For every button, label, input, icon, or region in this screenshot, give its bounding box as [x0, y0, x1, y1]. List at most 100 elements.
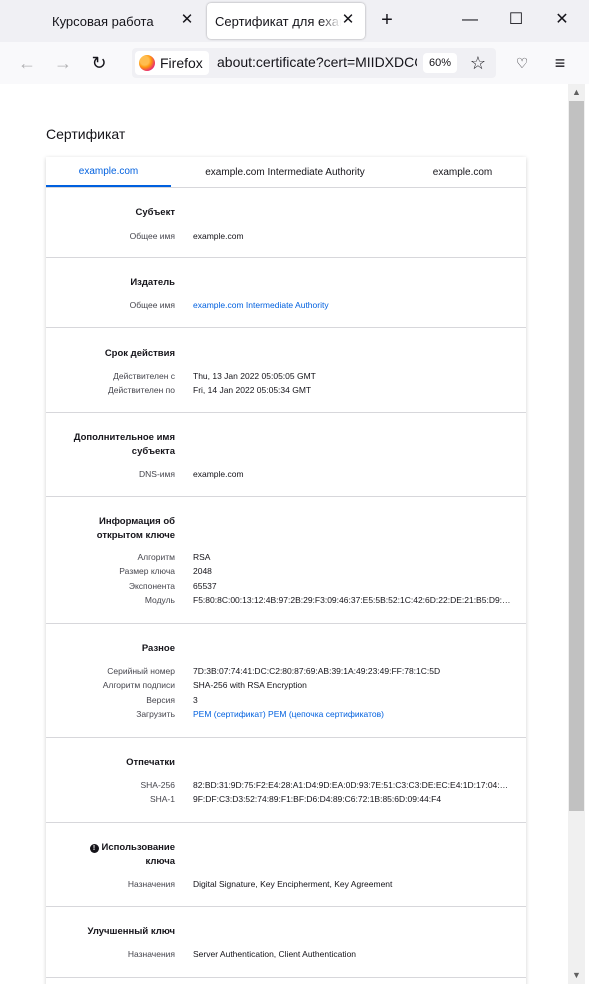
- identity-label: Firefox: [160, 55, 203, 71]
- section-next: [46, 978, 526, 984]
- field-label: Размер ключа: [119, 566, 175, 576]
- zoom-indicator[interactable]: 60%: [423, 53, 457, 73]
- section-key-usage: ! Использование ключа Назначения Digital …: [46, 823, 526, 907]
- cert-tab-root[interactable]: example.com: [399, 157, 526, 187]
- url-text[interactable]: about:certificate?cert=MIIDXDCCAkSgAwIBA…: [217, 54, 417, 70]
- window-edge: [585, 84, 589, 984]
- field-value: example.com: [193, 231, 244, 241]
- scrollbar-thumb[interactable]: [569, 101, 584, 811]
- firefox-logo-icon: [139, 55, 155, 71]
- field-row: SHA-1 9F:DF:C3:D3:52:74:89:F1:BF:D6:D4:8…: [46, 792, 526, 806]
- field-value: 2048: [193, 566, 212, 576]
- field-label: DNS-имя: [139, 469, 175, 479]
- cert-tab-intermediate[interactable]: example.com Intermediate Authority: [171, 157, 399, 187]
- field-value: 7D:3B:07:74:41:DC:C2:80:87:69:AB:39:1A:4…: [193, 666, 441, 676]
- close-tab-icon[interactable]: ✕: [339, 11, 357, 29]
- field-label: Версия: [146, 695, 175, 705]
- field-label: Экспонента: [128, 581, 175, 591]
- field-label: Загрузить: [136, 709, 175, 719]
- field-value: 3: [193, 695, 198, 705]
- bookmark-star-icon[interactable]: ☆: [466, 51, 490, 75]
- identity-box[interactable]: Firefox: [135, 51, 209, 75]
- tab-title: Сертификат для example.com: [215, 13, 341, 29]
- section-title: Издатель: [130, 277, 175, 288]
- field-label: Алгоритм: [137, 552, 175, 562]
- field-value: 82:BD:31:9D:75:F2:E4:28:A1:D4:9D:EA:0D:9…: [193, 780, 511, 790]
- maximize-button[interactable]: ☐: [503, 8, 529, 32]
- tab-strip: Курсовая работа ✕ Сертификат для example…: [0, 0, 589, 42]
- browser-window: Курсовая работа ✕ Сертификат для example…: [0, 0, 589, 984]
- vertical-scrollbar[interactable]: ▲ ▼: [568, 84, 585, 984]
- field-value: Digital Signature, Key Encipherment, Key…: [193, 879, 393, 889]
- tab-title: Курсовая работа: [52, 13, 154, 29]
- critical-info-icon: !: [89, 844, 99, 853]
- issuer-link[interactable]: example.com Intermediate Authority: [193, 298, 511, 312]
- field-row: Версия 3: [46, 693, 526, 707]
- section-title: Разное: [141, 643, 175, 654]
- field-value: Thu, 13 Jan 2022 05:05:05 GMT: [193, 371, 316, 381]
- url-bar[interactable]: Firefox about:certificate?cert=MIIDXDCCA…: [132, 48, 496, 78]
- page-title: Сертификат: [46, 126, 126, 142]
- field-value: 65537: [193, 581, 217, 591]
- section-title: Улучшенный ключ: [87, 926, 175, 937]
- page-content: Сертификат example.com example.com Inter…: [0, 84, 568, 984]
- close-tab-icon[interactable]: ✕: [178, 11, 196, 29]
- field-value: SHA-256 with RSA Encryption: [193, 680, 307, 690]
- scroll-up-icon[interactable]: ▲: [568, 84, 585, 101]
- field-label: Модуль: [144, 595, 175, 605]
- app-menu-icon[interactable]: ≡: [548, 52, 572, 74]
- section-subject-alt-name: Дополнительное имя субъекта DNS-имя exam…: [46, 413, 526, 497]
- field-value: RSA: [193, 552, 211, 562]
- minimize-button[interactable]: —: [457, 8, 483, 32]
- field-row: Модуль F5:80:8C:00:13:12:4B:97:2B:29:F3:…: [46, 593, 526, 607]
- section-issuer: Издатель Общее имя example.com Intermedi…: [46, 258, 526, 328]
- field-row: Экспонента 65537: [46, 579, 526, 593]
- section-extended-key-usage: Улучшенный ключ Назначения Server Authen…: [46, 907, 526, 978]
- navigation-toolbar: ← → ↻ Firefox about:certificate?cert=MII…: [0, 42, 589, 85]
- close-window-button[interactable]: ✕: [549, 8, 575, 32]
- back-button[interactable]: ←: [14, 50, 40, 76]
- section-title: Дополнительное имя субъекта: [73, 432, 175, 457]
- scroll-down-icon[interactable]: ▼: [568, 967, 585, 984]
- field-label: SHA-1: [149, 794, 175, 804]
- field-row: Серийный номер 7D:3B:07:74:41:DC:C2:80:8…: [46, 664, 526, 678]
- section-fingerprints: Отпечатки SHA-256 82:BD:31:9D:75:F2:E4:2…: [46, 738, 526, 823]
- new-tab-button[interactable]: +: [376, 9, 398, 31]
- field-value: 9F:DF:C3:D3:52:74:89:F1:BF:D6:D4:89:C6:7…: [193, 794, 442, 804]
- section-title: Информация об открытом ключе: [96, 516, 175, 541]
- field-row: Загрузить PEM (сертификат) PEM (цепочка …: [46, 707, 526, 721]
- field-row: Алгоритм RSA: [46, 550, 526, 564]
- field-value: example.com: [193, 469, 244, 479]
- cert-tab-leaf[interactable]: example.com: [46, 157, 171, 187]
- forward-button[interactable]: →: [50, 50, 76, 76]
- field-label: Алгоритм подписи: [102, 680, 175, 690]
- certificate-tabs: example.com example.com Intermediate Aut…: [46, 157, 526, 188]
- field-label: Общее имя: [129, 231, 175, 241]
- section-title: Отпечатки: [126, 757, 175, 768]
- field-row: Назначения Digital Signature, Key Enciph…: [46, 877, 526, 891]
- section-validity: Срок действия Действителен с Thu, 13 Jan…: [46, 328, 526, 413]
- field-row: SHA-256 82:BD:31:9D:75:F2:E4:28:A1:D4:9D…: [46, 778, 526, 792]
- field-label: Назначения: [127, 879, 175, 889]
- section-title: ! Использование ключа: [86, 841, 175, 869]
- field-row: Общее имя example.com: [46, 229, 526, 243]
- field-row: Размер ключа 2048: [46, 564, 526, 578]
- section-public-key: Информация об открытом ключе Алгоритм RS…: [46, 497, 526, 624]
- field-value: F5:80:8C:00:13:12:4B:97:2B:29:F3:09:46:3…: [193, 595, 511, 605]
- field-value: Fri, 14 Jan 2022 05:05:34 GMT: [193, 385, 312, 395]
- field-label: Действителен с: [113, 371, 175, 381]
- section-title: Субъект: [135, 207, 175, 218]
- field-label: Назначения: [127, 949, 175, 959]
- field-label: Серийный номер: [107, 666, 175, 676]
- reload-button[interactable]: ↻: [86, 50, 112, 76]
- tab-coursework[interactable]: Курсовая работа ✕: [44, 3, 204, 39]
- pocket-icon[interactable]: ♡: [511, 52, 533, 74]
- field-row: DNS-имя example.com: [46, 467, 526, 481]
- pem-download-links[interactable]: PEM (сертификат) PEM (цепочка сертификат…: [193, 707, 511, 721]
- field-label: SHA-256: [140, 780, 176, 790]
- certificate-panel: example.com example.com Intermediate Aut…: [46, 157, 526, 984]
- field-row: Общее имя example.com Intermediate Autho…: [46, 298, 526, 312]
- section-miscellaneous: Разное Серийный номер 7D:3B:07:74:41:DC:…: [46, 624, 526, 738]
- field-value: Server Authentication, Client Authentica…: [193, 949, 357, 959]
- tab-certificate[interactable]: Сертификат для example.com ✕: [207, 3, 365, 39]
